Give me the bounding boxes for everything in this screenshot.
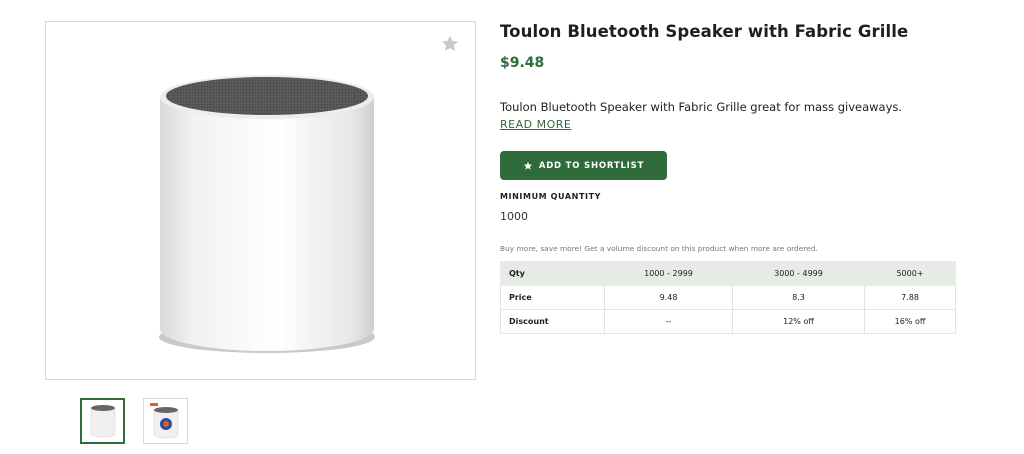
read-more-link[interactable]: READ MORE — [500, 118, 571, 131]
add-to-shortlist-label: ADD TO SHORTLIST — [538, 160, 645, 171]
product-description: Toulon Bluetooth Speaker with Fabric Gri… — [500, 100, 903, 114]
speaker-logo-thumb-image — [149, 403, 178, 439]
table-row: Price 9.48 8.3 7.88 — [500, 285, 956, 310]
main-product-image — [45, 21, 476, 380]
star-icon — [523, 161, 532, 169]
table-cell: -- — [604, 309, 733, 334]
product-title: Toulon Bluetooth Speaker with Fabric Gri… — [500, 22, 909, 41]
speaker-image — [159, 75, 375, 353]
table-cell: Price — [500, 285, 605, 310]
table-cell: 7.88 — [864, 285, 956, 310]
minimum-quantity-value: 1000 — [500, 210, 528, 223]
thumbnail-2[interactable] — [143, 398, 188, 444]
table-header-cell: Qty — [500, 261, 605, 286]
table-cell: 9.48 — [604, 285, 733, 310]
thumbnail-1[interactable] — [80, 398, 125, 444]
table-header-cell: 1000 - 2999 — [604, 261, 733, 286]
add-to-shortlist-button[interactable]: ADD TO SHORTLIST — [500, 151, 667, 180]
table-cell: 16% off — [864, 309, 956, 334]
volume-pricing-table: Qty 1000 - 2999 3000 - 4999 5000+ Price … — [500, 261, 956, 334]
table-cell: Discount — [500, 309, 605, 334]
table-row: Discount -- 12% off 16% off — [500, 309, 956, 334]
favorite-star-icon[interactable] — [440, 34, 460, 54]
volume-discount-note: Buy more, save more! Get a volume discou… — [500, 244, 818, 253]
minimum-quantity-label: MINIMUM QUANTITY — [500, 192, 602, 201]
table-header-cell: 3000 - 4999 — [732, 261, 865, 286]
product-price: $9.48 — [500, 55, 545, 71]
table-cell: 12% off — [732, 309, 865, 334]
table-header-cell: 5000+ — [864, 261, 956, 286]
speaker-thumb-image — [90, 405, 115, 438]
table-cell: 8.3 — [732, 285, 865, 310]
table-header-row: Qty 1000 - 2999 3000 - 4999 5000+ — [500, 261, 956, 286]
